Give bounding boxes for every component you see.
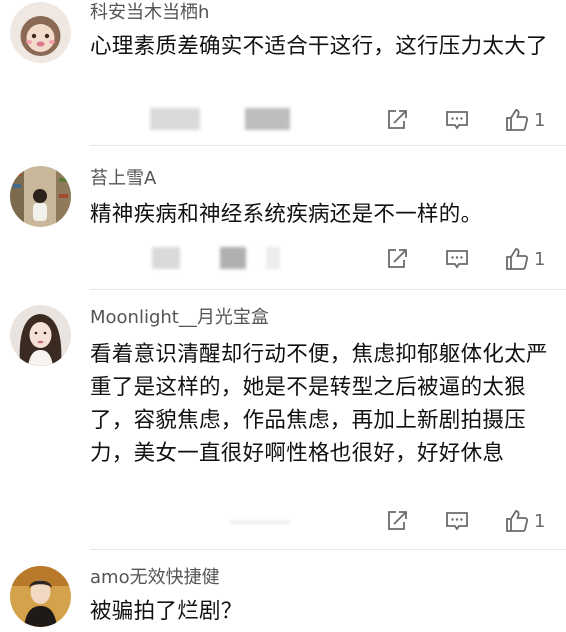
comment-text: 被骗拍了烂剧？ (90, 599, 243, 624)
comment-item: 苔上雪A 精神疾病和神经系统疾病还是不一样的。 1 (0, 146, 566, 291)
share-icon (388, 511, 407, 530)
reply-button[interactable] (444, 243, 470, 275)
avatar[interactable] (10, 166, 71, 227)
like-button[interactable]: 1 (504, 505, 545, 537)
share-button[interactable] (384, 243, 410, 275)
username[interactable]: 科安当木当栖h (90, 2, 209, 24)
share-button[interactable] (384, 505, 410, 537)
comment-actions: 1 (380, 243, 566, 275)
divider (90, 549, 566, 550)
like-count: 1 (534, 109, 546, 131)
avatar[interactable] (10, 305, 71, 366)
divider (90, 289, 566, 290)
thumbs-up-icon (506, 248, 529, 270)
username[interactable]: Moonlight__月光宝盒 (90, 307, 269, 329)
comment-actions: 1 (380, 104, 566, 136)
comment-icon (446, 111, 468, 130)
comment-item: Moonlight__月光宝盒 看着意识清醒却行动不便，焦虑抑郁躯体化太严重了是… (0, 291, 566, 550)
share-icon (388, 110, 407, 129)
comment-text: 心理素质差确实不适合干这行，这行压力太大了 (90, 34, 548, 59)
username[interactable]: 苔上雪A (90, 168, 156, 190)
comment-actions: 1 (380, 505, 566, 537)
comment-icon (446, 250, 468, 269)
like-button[interactable]: 1 (504, 104, 545, 136)
reply-button[interactable] (444, 104, 470, 136)
avatar[interactable] (10, 2, 71, 63)
share-button[interactable] (384, 104, 410, 136)
comment-item: amo无效快捷健 被骗拍了烂剧？ (0, 552, 566, 632)
reply-button[interactable] (444, 505, 470, 537)
comment-icon (446, 512, 468, 531)
like-count: 1 (534, 248, 546, 270)
thumbs-up-icon (506, 109, 529, 131)
comment-text: 精神疾病和神经系统疾病还是不一样的。 (90, 202, 483, 227)
share-icon (388, 249, 407, 268)
thumbs-up-icon (506, 510, 529, 532)
like-button[interactable]: 1 (504, 243, 545, 275)
avatar[interactable] (10, 566, 71, 627)
comment-item: 科安当木当栖h 心理素质差确实不适合干这行，这行压力太大了 1 (0, 0, 566, 146)
like-count: 1 (534, 510, 546, 532)
comment-text: 看着意识清醒却行动不便，焦虑抑郁躯体化太严重了是这样的，她是不是转型之后被逼的太… (90, 342, 548, 466)
username[interactable]: amo无效快捷健 (90, 567, 220, 589)
